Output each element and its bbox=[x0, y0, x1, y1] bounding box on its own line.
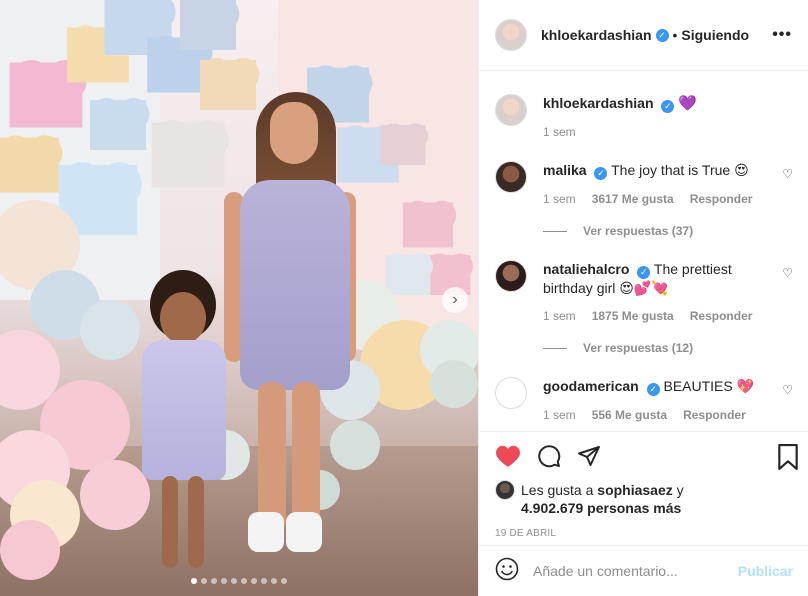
balloon-heart bbox=[0, 137, 59, 193]
balloon-heart bbox=[151, 122, 225, 188]
view-replies-label: Ver respuestas (12) bbox=[583, 341, 694, 355]
balloon bbox=[0, 520, 60, 580]
child-figure bbox=[132, 270, 232, 580]
carousel-dot bbox=[221, 578, 227, 584]
balloon bbox=[80, 300, 140, 360]
commenter-avatar[interactable] bbox=[495, 260, 527, 292]
add-comment-bar: Publicar bbox=[479, 545, 808, 596]
balloon bbox=[430, 360, 478, 408]
comment-input[interactable] bbox=[533, 563, 738, 579]
balloon-heart bbox=[380, 125, 426, 165]
replies-divider bbox=[543, 230, 567, 232]
balloon-heart bbox=[385, 255, 431, 295]
liker-avatar[interactable] bbox=[495, 480, 515, 500]
carousel-dot bbox=[201, 578, 207, 584]
reply-button[interactable]: Responder bbox=[690, 192, 753, 206]
heart-icon[interactable] bbox=[495, 444, 521, 468]
comment-item: goodamerican ✓ BEAUTIES 💖 1 sem 556 Me g… bbox=[495, 377, 793, 422]
comment-likes[interactable]: 556 Me gusta bbox=[592, 408, 667, 422]
follow-status-button[interactable]: Siguiendo bbox=[681, 27, 749, 43]
next-image-button[interactable]: › bbox=[442, 287, 468, 313]
comment-username[interactable]: nataliehalcro bbox=[543, 261, 629, 277]
bookmark-icon[interactable] bbox=[777, 444, 799, 475]
carousel-dot bbox=[261, 578, 267, 584]
verified-icon: ✓ bbox=[637, 266, 651, 279]
carousel-dot bbox=[251, 578, 257, 584]
adult-shoe-right bbox=[286, 512, 322, 552]
post-actions: Les gusta a sophiasaez y 4.902.679 perso… bbox=[479, 431, 808, 539]
post-image[interactable]: › bbox=[0, 0, 478, 596]
verified-icon: ✓ bbox=[661, 100, 675, 113]
adult-figure bbox=[218, 92, 358, 572]
comment-like-icon[interactable]: ♡ bbox=[782, 266, 793, 280]
author-avatar[interactable] bbox=[495, 94, 527, 126]
post-panel: khloekardashian ✓ • Siguiendo ••• khloek… bbox=[478, 0, 808, 596]
liked-by-username[interactable]: sophiasaez bbox=[597, 481, 672, 499]
caption-time[interactable]: 1 sem bbox=[543, 125, 576, 139]
reply-button[interactable]: Responder bbox=[690, 309, 753, 323]
comment-likes[interactable]: 3617 Me gusta bbox=[592, 192, 674, 206]
child-dress bbox=[142, 340, 226, 480]
more-icon[interactable]: ••• bbox=[772, 26, 792, 44]
verified-icon: ✓ bbox=[594, 167, 608, 180]
adult-leg-right bbox=[292, 382, 320, 532]
comments-list[interactable]: khloekardashian ✓ 💜 1 sem malika ✓ The j… bbox=[479, 72, 808, 430]
comment-time[interactable]: 1 sem bbox=[543, 192, 576, 206]
caption: khloekardashian ✓ 💜 1 sem bbox=[495, 94, 793, 139]
balloon-heart bbox=[402, 202, 454, 248]
carousel-dot bbox=[241, 578, 247, 584]
caption-username[interactable]: khloekardashian bbox=[543, 95, 654, 111]
comment-text: The joy that is True 😍 bbox=[611, 162, 749, 178]
likes-summary: Les gusta a sophiasaez y bbox=[495, 480, 793, 500]
action-icons bbox=[495, 442, 793, 470]
reply-button[interactable]: Responder bbox=[683, 408, 746, 422]
child-face bbox=[160, 292, 206, 344]
view-replies-label: Ver respuestas (37) bbox=[583, 224, 694, 238]
balloon-heart bbox=[180, 0, 236, 50]
carousel-dot bbox=[231, 578, 237, 584]
view-replies-button[interactable]: Ver respuestas (37) bbox=[543, 224, 773, 238]
carousel-dot bbox=[271, 578, 277, 584]
comment-icon[interactable] bbox=[537, 444, 561, 468]
balloon-heart bbox=[90, 100, 146, 150]
commenter-avatar[interactable] bbox=[495, 161, 527, 193]
adult-face bbox=[270, 102, 318, 164]
author-avatar[interactable] bbox=[495, 19, 527, 51]
commenter-avatar[interactable] bbox=[495, 377, 527, 409]
carousel-indicator bbox=[0, 578, 478, 584]
adult-dress bbox=[240, 180, 350, 390]
header-separator: • bbox=[672, 27, 678, 43]
caption-text: 💜 bbox=[678, 95, 697, 112]
author-username[interactable]: khloekardashian bbox=[541, 27, 652, 43]
carousel-dot bbox=[281, 578, 287, 584]
share-icon[interactable] bbox=[577, 444, 601, 468]
child-leg-right bbox=[188, 476, 204, 568]
liked-by-prefix: Les gusta a bbox=[521, 482, 594, 498]
comment-item: malika ✓ The joy that is True 😍 1 sem 36… bbox=[495, 161, 793, 238]
post-header: khloekardashian ✓ • Siguiendo ••• bbox=[479, 0, 808, 71]
comment-text: BEAUTIES 💖 bbox=[663, 378, 755, 394]
post-date[interactable]: 19 DE ABRIL bbox=[495, 528, 793, 539]
view-replies-button[interactable]: Ver respuestas (12) bbox=[543, 341, 773, 355]
adult-leg-left bbox=[258, 382, 286, 532]
carousel-dot bbox=[211, 578, 217, 584]
liked-by-suffix: y bbox=[676, 482, 684, 498]
comment-likes[interactable]: 1875 Me gusta bbox=[592, 309, 674, 323]
verified-icon: ✓ bbox=[655, 28, 669, 42]
comment-item: nataliehalcro ✓ The prettiest birthday g… bbox=[495, 260, 793, 355]
comment-time[interactable]: 1 sem bbox=[543, 309, 576, 323]
post-button[interactable]: Publicar bbox=[738, 563, 793, 579]
verified-icon: ✓ bbox=[646, 383, 660, 396]
comment-time[interactable]: 1 sem bbox=[543, 408, 576, 422]
comment-like-icon[interactable]: ♡ bbox=[782, 383, 793, 397]
comment-username[interactable]: malika bbox=[543, 162, 587, 178]
likes-count[interactable]: 4.902.679 personas más bbox=[521, 500, 793, 516]
emoji-icon[interactable] bbox=[495, 557, 519, 586]
adult-shoe-left bbox=[248, 512, 284, 552]
replies-divider bbox=[543, 347, 567, 349]
comment-username[interactable]: goodamerican bbox=[543, 378, 639, 394]
carousel-dot bbox=[191, 578, 197, 584]
comment-like-icon[interactable]: ♡ bbox=[782, 167, 793, 181]
child-leg-left bbox=[162, 476, 178, 568]
